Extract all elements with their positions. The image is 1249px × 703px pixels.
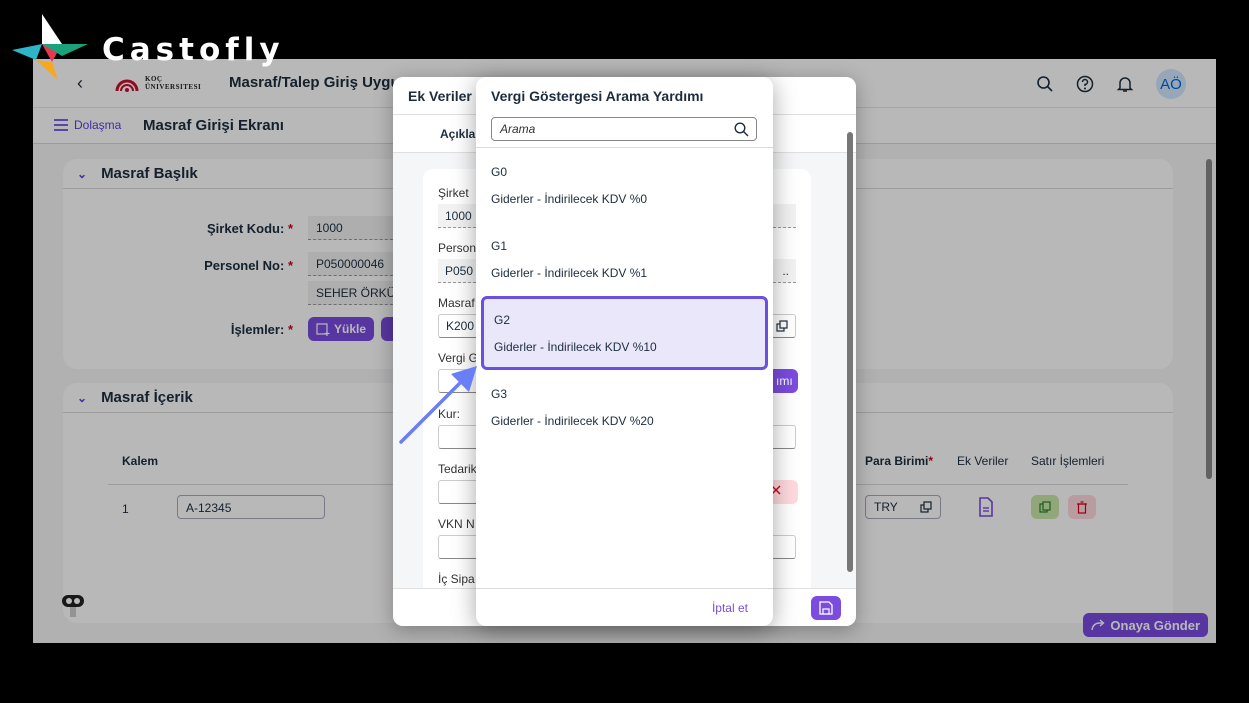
item-description: Giderler - İndirilecek KDV %1 (491, 266, 648, 280)
supplier-label: Tedarik (438, 462, 477, 476)
value-help-icon[interactable] (776, 320, 788, 332)
value-help-item-g1[interactable]: G1 Giderler - İndirilecek KDV %1 (476, 222, 773, 296)
item-code: G2 (494, 313, 511, 327)
item-code: G1 (491, 239, 508, 253)
personnel-label: Person (438, 241, 477, 255)
item-description: Giderler - İndirilecek KDV %20 (491, 414, 654, 428)
cancel-button[interactable]: İptal et (712, 601, 748, 615)
value-help-item-g0[interactable]: G0 Giderler - İndirilecek KDV %0 (476, 148, 773, 222)
value-help-title: Vergi Göstergesi Arama Yardımı (491, 88, 704, 104)
tax-number-label: VKN N (438, 517, 475, 531)
item-code: G3 (491, 387, 508, 401)
value-help-search-input[interactable]: Arama (491, 117, 757, 141)
tax-indicator-value-help-dialog: Vergi Göstergesi Arama Yardımı Arama G0 … (476, 77, 773, 626)
save-icon (819, 601, 833, 615)
expense-label: Masraf (438, 296, 475, 310)
annotation-arrow-icon (399, 366, 477, 444)
item-description: Giderler - İndirilecek KDV %0 (491, 192, 648, 206)
value-help-item-g3[interactable]: G3 Giderler - İndirilecek KDV %20 (476, 370, 773, 444)
castofly-brand: Castofly (12, 12, 292, 82)
dialog-scrollbar[interactable] (847, 132, 853, 572)
castofly-logo-icon (12, 14, 88, 80)
internal-order-label: İç Sipa (438, 572, 475, 586)
value-help-item-g2[interactable]: G2 Giderler - İndirilecek KDV %10 (481, 296, 768, 370)
company-label: Şirket (438, 186, 469, 200)
save-button[interactable] (811, 596, 841, 620)
search-icon[interactable] (734, 122, 749, 137)
brand-name: Castofly (102, 32, 285, 68)
item-description: Giderler - İndirilecek KDV %10 (494, 340, 657, 354)
item-code: G0 (491, 165, 508, 179)
